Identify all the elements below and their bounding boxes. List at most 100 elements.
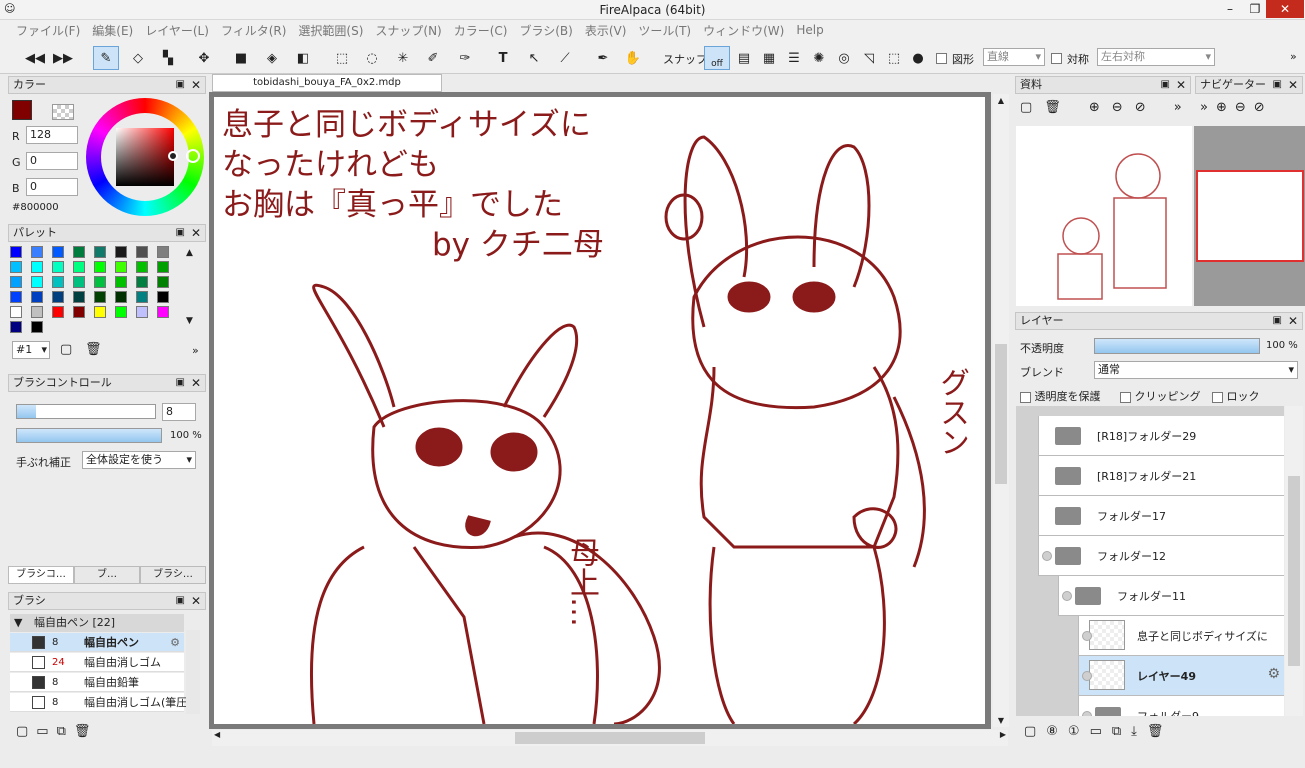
snap-dot-icon[interactable]: ● bbox=[905, 46, 931, 70]
menu-item-9[interactable]: ツール(T) bbox=[632, 22, 697, 39]
palette-swatch[interactable] bbox=[115, 261, 127, 273]
palette-swatch[interactable] bbox=[94, 306, 106, 318]
lasso-tool-icon[interactable]: ◌ bbox=[359, 46, 385, 70]
palette-swatch[interactable] bbox=[136, 291, 148, 303]
palette-swatch[interactable] bbox=[136, 246, 148, 258]
undo-icon[interactable]: ◀◀ bbox=[22, 46, 48, 70]
transparent-color-swatch[interactable] bbox=[52, 104, 74, 120]
layer-row[interactable]: 息子と同じボディサイズに bbox=[1078, 616, 1284, 656]
palette-swatch[interactable] bbox=[94, 246, 106, 258]
gear-icon[interactable]: ⚙ bbox=[1267, 666, 1280, 682]
layer-row[interactable]: [R18]フォルダー21 bbox=[1038, 456, 1284, 496]
visibility-icon[interactable] bbox=[1062, 591, 1072, 601]
close-icon[interactable]: ✕ bbox=[191, 77, 201, 93]
canvas-sheet[interactable]: 息子と同じボディサイズに なったけれども お胸は『真っ平』でした by クチ二母 bbox=[214, 97, 985, 724]
palette-swatch[interactable] bbox=[31, 306, 43, 318]
brush-size-slider[interactable] bbox=[16, 404, 156, 419]
visibility-icon[interactable] bbox=[1082, 631, 1092, 641]
toolbar-more-icon[interactable]: » bbox=[1290, 50, 1297, 63]
document-tab[interactable]: tobidashi_bouya_FA_0x2.mdp bbox=[212, 74, 442, 92]
palette-swatch[interactable] bbox=[73, 246, 85, 258]
close-icon[interactable]: ✕ bbox=[1176, 77, 1186, 93]
bucket-tool-icon[interactable]: ◈ bbox=[259, 46, 285, 70]
menu-item-3[interactable]: フィルタ(R) bbox=[215, 22, 292, 39]
g-input[interactable]: 0 bbox=[26, 152, 78, 170]
menu-item-2[interactable]: レイヤー(L) bbox=[139, 22, 215, 39]
select-eraser-icon[interactable]: ✑ bbox=[452, 46, 478, 70]
close-icon[interactable]: ✕ bbox=[191, 593, 201, 609]
layer-row[interactable]: フォルダー12 bbox=[1038, 536, 1284, 576]
pen-tool-icon[interactable]: ✎ bbox=[93, 46, 119, 70]
layer-footer-icons[interactable]: ▢⑧①▭⧉⤓🗑 bbox=[1024, 724, 1173, 739]
gear-icon[interactable]: ⚙ bbox=[170, 633, 180, 652]
canvas-hscrollbar[interactable]: ◀ ▶ bbox=[212, 730, 1008, 746]
menu-item-11[interactable]: Help bbox=[790, 23, 829, 37]
text-tool-icon[interactable]: T bbox=[490, 46, 516, 70]
panel-tab-0[interactable]: ブラシコ… bbox=[8, 566, 74, 584]
palette-swatch[interactable] bbox=[157, 261, 169, 273]
menu-item-8[interactable]: 表示(V) bbox=[579, 22, 633, 39]
snap-off-button[interactable]: off bbox=[704, 46, 730, 70]
material-preview[interactable] bbox=[1016, 126, 1192, 306]
symmetry-select[interactable]: 左右対称 ▾ bbox=[1097, 48, 1215, 66]
clipping-checkbox[interactable]: クリッピング bbox=[1120, 388, 1201, 404]
material-toolbar[interactable]: ▢🗑 ⊕⊖⊘ » bbox=[1020, 100, 1194, 115]
snap-vanish-icon[interactable]: ◹ bbox=[856, 46, 882, 70]
gradient-tool-icon[interactable]: ◧ bbox=[290, 46, 316, 70]
eyedropper-icon[interactable]: ✒ bbox=[590, 46, 616, 70]
fill-tool-icon[interactable]: ■ bbox=[228, 46, 254, 70]
palette-swatch[interactable] bbox=[157, 291, 169, 303]
visibility-icon[interactable] bbox=[1042, 551, 1052, 561]
visibility-icon[interactable] bbox=[1082, 711, 1092, 716]
palette-swatch[interactable] bbox=[94, 276, 106, 288]
palette-swatch[interactable] bbox=[115, 246, 127, 258]
trash-icon[interactable]: 🗑 bbox=[85, 342, 102, 357]
palette-swatch[interactable] bbox=[136, 276, 148, 288]
dot-tool-icon[interactable]: ▚ bbox=[155, 46, 181, 70]
palette-swatch[interactable] bbox=[10, 276, 22, 288]
brush-opacity-slider[interactable] bbox=[16, 428, 162, 443]
layer-opacity-slider[interactable] bbox=[1094, 338, 1260, 354]
panel-tab-1[interactable]: ブ… bbox=[74, 566, 140, 584]
navigator-preview[interactable] bbox=[1194, 126, 1305, 306]
brush-item[interactable]: 8 幅自由消しゴム(筆圧 bbox=[10, 693, 187, 712]
snap-parallel-icon[interactable]: ▤ bbox=[731, 46, 757, 70]
menu-item-7[interactable]: ブラシ(B) bbox=[513, 22, 578, 39]
menu-item-1[interactable]: 編集(E) bbox=[86, 22, 139, 39]
palette-swatch[interactable] bbox=[94, 261, 106, 273]
stabilizer-select[interactable]: 全体設定を使う ▾ bbox=[82, 451, 196, 469]
palette-swatch[interactable] bbox=[10, 321, 22, 333]
protect-alpha-checkbox[interactable]: 透明度を保護 bbox=[1020, 388, 1101, 404]
magic-wand-icon[interactable]: ✳ bbox=[390, 46, 416, 70]
brush-item[interactable]: 8 幅自由ペン ⚙ bbox=[10, 633, 184, 652]
palette-swatch[interactable] bbox=[31, 321, 43, 333]
eraser-tool-icon[interactable]: ◇ bbox=[125, 46, 151, 70]
palette-swatch[interactable] bbox=[115, 306, 127, 318]
palette-swatch[interactable] bbox=[52, 261, 64, 273]
snap-settings-icon[interactable]: ⬚ bbox=[881, 46, 907, 70]
palette-swatch[interactable] bbox=[52, 246, 64, 258]
palette-swatch[interactable] bbox=[73, 261, 85, 273]
close-icon[interactable]: ✕ bbox=[191, 225, 201, 241]
snap-curve-icon[interactable]: ☰ bbox=[781, 46, 807, 70]
shape-select[interactable]: 直線 ▾ bbox=[983, 48, 1045, 66]
sv-cursor[interactable] bbox=[168, 151, 178, 161]
menu-item-10[interactable]: ウィンドウ(W) bbox=[697, 22, 790, 39]
redo-icon[interactable]: ▶▶ bbox=[50, 46, 76, 70]
palette-swatch[interactable] bbox=[52, 291, 64, 303]
brush-footer-icons[interactable]: ▢▭⧉🗑 bbox=[16, 724, 98, 739]
palette-swatch[interactable] bbox=[94, 291, 106, 303]
canvas-vscrollbar[interactable]: ▲ ▼ bbox=[993, 94, 1009, 727]
layer-row[interactable]: フォルダー11 bbox=[1058, 576, 1284, 616]
menu-item-0[interactable]: ファイル(F) bbox=[10, 22, 86, 39]
blend-select[interactable]: 通常 ▾ bbox=[1094, 361, 1298, 379]
hue-cursor[interactable] bbox=[186, 149, 200, 163]
palette-select[interactable]: #1 ▾ bbox=[12, 341, 50, 359]
palette-swatch[interactable] bbox=[73, 306, 85, 318]
palette-swatch[interactable] bbox=[73, 276, 85, 288]
palette-swatch[interactable] bbox=[10, 261, 22, 273]
palette-swatch[interactable] bbox=[52, 306, 64, 318]
menu-item-4[interactable]: 選択範囲(S) bbox=[292, 22, 369, 39]
snap-radial-icon[interactable]: ✺ bbox=[806, 46, 832, 70]
palette-swatch[interactable] bbox=[31, 291, 43, 303]
